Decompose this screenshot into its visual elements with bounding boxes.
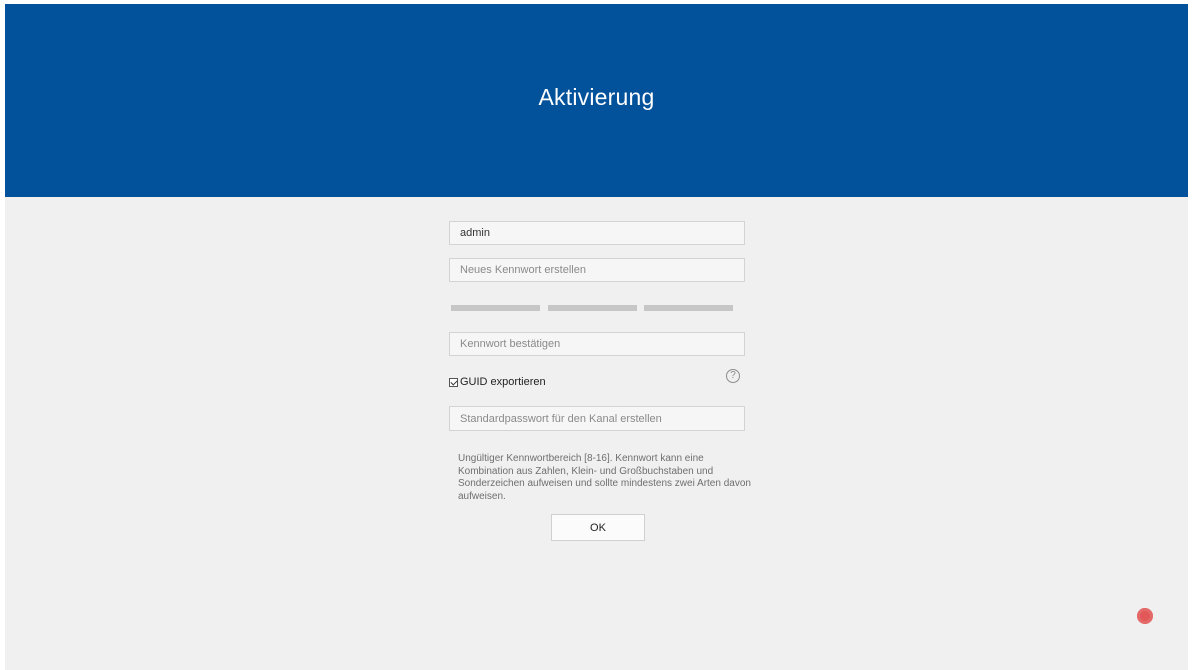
record-dot-icon bbox=[1137, 608, 1153, 624]
password-strength-segment-medium bbox=[548, 305, 637, 311]
activation-screen: Aktivierung GUID exportieren ? Ungültige… bbox=[5, 4, 1188, 670]
confirm-password-field[interactable] bbox=[449, 332, 745, 356]
password-strength-segment-strong bbox=[644, 305, 733, 311]
help-circle-icon[interactable]: ? bbox=[726, 369, 740, 383]
page-title: Aktivierung bbox=[538, 84, 655, 110]
username-field[interactable] bbox=[449, 221, 745, 245]
password-strength-segment-weak bbox=[451, 305, 540, 311]
ok-button[interactable]: OK bbox=[551, 514, 645, 541]
checkbox-checked-icon[interactable] bbox=[449, 377, 458, 387]
new-password-field[interactable] bbox=[449, 258, 745, 282]
password-rule-hint: Ungültiger Kennwortbereich [8-16]. Kennw… bbox=[458, 453, 751, 502]
guid-export-label: GUID exportieren bbox=[460, 376, 546, 388]
header-bar: Aktivierung bbox=[5, 4, 1188, 197]
guid-export-option[interactable]: GUID exportieren bbox=[449, 374, 546, 390]
channel-default-password-field[interactable] bbox=[449, 406, 745, 431]
